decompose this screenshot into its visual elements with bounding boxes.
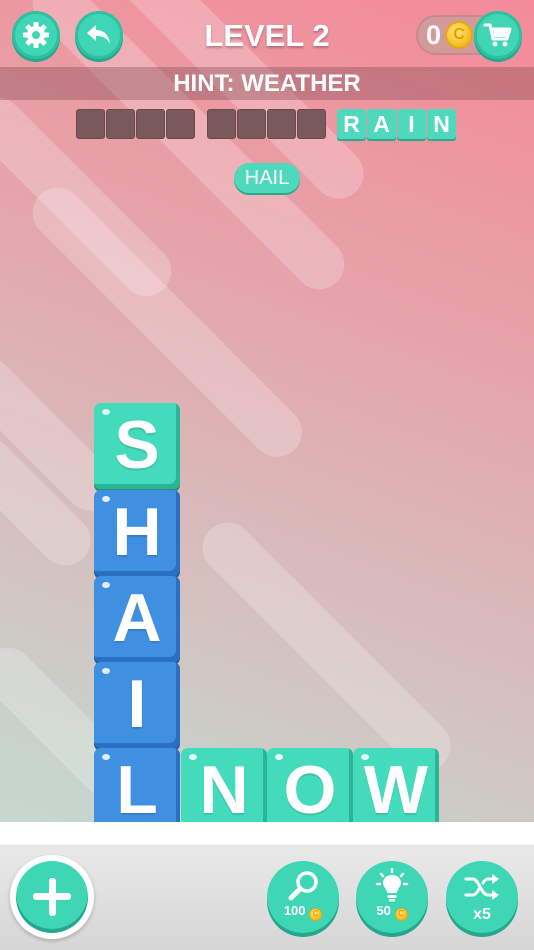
answer-slot: [237, 109, 266, 139]
answer-letter: A: [367, 109, 396, 139]
letter-tile[interactable]: A: [94, 576, 180, 662]
shopping-cart-icon: [483, 23, 512, 47]
answer-letter: N: [427, 109, 456, 139]
shop-button[interactable]: [474, 11, 522, 59]
magnifier-icon: [288, 871, 318, 901]
magnifier-button[interactable]: 100 C: [267, 861, 339, 933]
magnifier-cost: 100: [283, 903, 306, 918]
answer-slot: [76, 109, 105, 139]
lightbulb-icon: [375, 868, 409, 902]
hint-bar: HINT: WEATHER: [0, 67, 534, 100]
coin-icon: C: [309, 908, 323, 921]
hint-button[interactable]: 50 C: [356, 861, 428, 933]
plus-icon: [33, 878, 71, 916]
shuffle-button[interactable]: x5: [446, 861, 518, 933]
coin-icon: C: [394, 908, 408, 921]
letter-tile[interactable]: H: [94, 490, 180, 576]
hint-cost: 50: [376, 903, 391, 918]
answer-slot: [297, 109, 326, 139]
answer-letter: I: [397, 109, 426, 139]
shuffle-count: x5: [473, 906, 491, 923]
letter-tile[interactable]: S: [94, 403, 180, 489]
found-word-pill: HAIL: [234, 163, 300, 193]
answer-slot: [207, 109, 236, 139]
coin-icon: C: [445, 21, 473, 49]
answer-slot: [136, 109, 165, 139]
answer-slot: [166, 109, 195, 139]
coin-count: 0: [426, 20, 442, 50]
add-button[interactable]: [10, 855, 94, 939]
shuffle-icon: [464, 874, 499, 900]
answer-slot: [106, 109, 135, 139]
letter-tile[interactable]: I: [94, 662, 180, 748]
answer-letter: R: [337, 109, 366, 139]
answer-slot: [267, 109, 296, 139]
